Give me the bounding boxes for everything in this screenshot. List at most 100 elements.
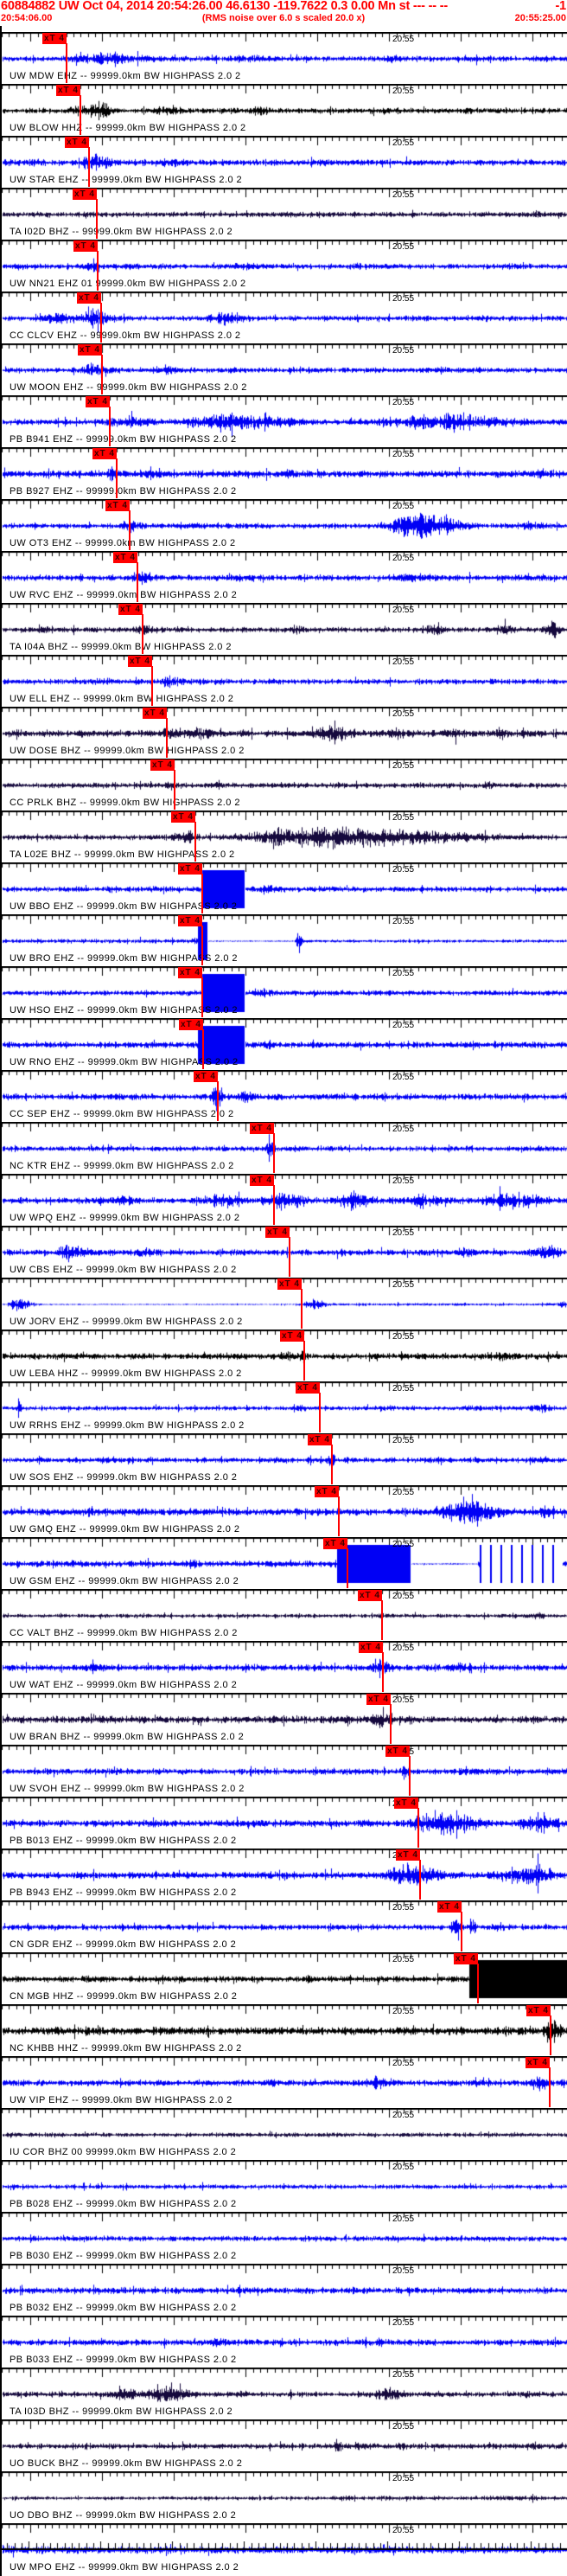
coda-pick-flag[interactable]: xT 4: [359, 1642, 383, 1653]
coda-pick-line[interactable]: [129, 510, 131, 550]
coda-pick-flag[interactable]: xT 4: [86, 396, 110, 407]
coda-pick-line[interactable]: [166, 718, 168, 758]
trace-row[interactable]: 20:55 UW LEBA HHZ -- 99999.0km BW HIGHPAS…: [2, 1330, 567, 1381]
trace-row[interactable]: 20:55 NC KHBB HHZ -- 99999.0km BW HIGHPAS…: [2, 2004, 567, 2056]
coda-pick-flag[interactable]: xT 4: [394, 1797, 418, 1809]
coda-pick-flag[interactable]: xT 4: [128, 656, 152, 667]
trace-row[interactable]: 20:55 UW MOON EHZ -- 99999.0km BW HIGHPAS…: [2, 343, 567, 395]
coda-pick-line[interactable]: [142, 614, 143, 654]
coda-pick-flag[interactable]: xT 4: [143, 708, 167, 719]
coda-pick-flag[interactable]: xT 4: [178, 967, 202, 978]
trace-row[interactable]: 20:55 PB B032 EHZ -- 99999.0km BW HIGHPAS…: [2, 2264, 567, 2316]
coda-pick-line[interactable]: [419, 1860, 421, 1900]
coda-pick-flag[interactable]: xT 4: [308, 1434, 332, 1445]
coda-pick-flag[interactable]: xT 4: [315, 1486, 339, 1497]
coda-pick-flag[interactable]: xT 4: [178, 915, 202, 926]
trace-row[interactable]: 20:55 UW GMQ EHZ -- 99999.0km BW HIGHPASS…: [2, 1485, 567, 1537]
trace-gather-plot[interactable]: 20:55 UW MDW EHZ -- 99999.0km BW HIGHPASS…: [0, 26, 567, 2576]
coda-pick-flag[interactable]: xT 4: [396, 1849, 420, 1861]
coda-pick-flag[interactable]: xT 4: [323, 1538, 347, 1549]
trace-row[interactable]: 20:55 CN GDR EHZ -- 99999.0km BW HIGHPASS…: [2, 1900, 567, 1952]
trace-row[interactable]: 20:55 UO DBO BHZ -- 99999.0km BW HIGHPASS…: [2, 2471, 567, 2523]
trace-row[interactable]: 20:55 UW STAR EHZ -- 99999.0km BW HIGHPAS…: [2, 136, 567, 188]
coda-pick-flag[interactable]: xT 4: [73, 189, 97, 200]
trace-row[interactable]: 20:55 IU COR BHZ 00 99999.0km BW HIGHPASS…: [2, 2108, 567, 2160]
coda-pick-line[interactable]: [381, 1600, 383, 1640]
coda-pick-flag[interactable]: xT 4: [280, 1330, 304, 1342]
trace-row[interactable]: 20:55 CC VALT BHZ -- 99999.0km BW HIGHPAS…: [2, 1589, 567, 1641]
coda-pick-line[interactable]: [66, 43, 67, 83]
coda-pick-flag[interactable]: xT 4: [113, 552, 137, 563]
trace-row[interactable]: 20:55PB B013 EHZ -- 99999.0km BW HIGHPAS…: [2, 1797, 567, 1849]
coda-pick-flag[interactable]: xT 4: [65, 137, 89, 148]
coda-pick-line[interactable]: [382, 1652, 384, 1692]
trace-row[interactable]: 20:55 UW VIP EHZ -- 99999.0km BW HIGHPASS…: [2, 2056, 567, 2108]
coda-pick-flag[interactable]: xT 4: [150, 759, 175, 771]
coda-pick-line[interactable]: [88, 147, 90, 187]
coda-pick-line[interactable]: [301, 1289, 303, 1329]
trace-row[interactable]: 20:55 PB B028 EHZ -- 99999.0km BW HIGHPAS…: [2, 2160, 567, 2212]
coda-pick-line[interactable]: [194, 822, 196, 862]
coda-pick-line[interactable]: [201, 926, 203, 965]
coda-pick-line[interactable]: [477, 1964, 479, 2003]
trace-row[interactable]: 20:55 UW OT3 EHZ -- 99999.0km BW HIGHPASS…: [2, 499, 567, 551]
coda-pick-flag[interactable]: xT 4: [194, 1071, 218, 1082]
trace-row[interactable]: 20:55 PB B033 EHZ -- 99999.0km BW HIGHPAS…: [2, 2316, 567, 2368]
trace-row[interactable]: 20:55 TA I02D BHZ -- 99999.0km BW HIGHPAS…: [2, 188, 567, 240]
coda-pick-flag[interactable]: xT 4: [437, 1901, 462, 1913]
coda-pick-line[interactable]: [549, 2067, 551, 2107]
coda-pick-flag[interactable]: xT 4: [250, 1123, 274, 1134]
coda-pick-line[interactable]: [101, 355, 103, 394]
coda-pick-flag[interactable]: xT 4: [92, 448, 117, 459]
coda-pick-line[interactable]: [100, 303, 102, 343]
trace-row[interactable]: 20:55 NC KTR EHZ -- 99999.0km BW HIGHPASS…: [2, 1122, 567, 1174]
coda-pick-line[interactable]: [289, 1237, 290, 1277]
trace-row[interactable]: 20:55 TA I04A BHZ -- 99999.0km BW HIGHPAS…: [2, 603, 567, 655]
trace-row[interactable]: 20:55 CC SEP EHZ -- 99999.0km BW HIGHPASS…: [2, 1070, 567, 1122]
trace-row[interactable]: 20:55 UW DOSE BHZ -- 99999.0km BW HIGHPAS…: [2, 707, 567, 759]
coda-pick-line[interactable]: [201, 874, 203, 913]
coda-pick-flag[interactable]: xT 4: [171, 811, 195, 823]
coda-pick-flag[interactable]: xT 4: [277, 1278, 302, 1290]
trace-row[interactable]: 20:55 UW JORV EHZ -- 99999.0km BW HIGHPAS…: [2, 1278, 567, 1330]
coda-pick-flag[interactable]: xT 4: [73, 240, 98, 252]
trace-row[interactable]: 20:55 UW SOS EHZ -- 99999.0km BW HIGHPASS…: [2, 1433, 567, 1485]
trace-row[interactable]: 20:55 UW WAT EHZ -- 99999.0km BW HIGHPASS…: [2, 1641, 567, 1693]
coda-pick-flag[interactable]: xT 4: [56, 85, 80, 96]
trace-row[interactable]: 20:55 UW HSO EHZ -- 99999.0km BW HIGHPASS…: [2, 966, 567, 1018]
coda-pick-line[interactable]: [151, 666, 153, 706]
coda-pick-line[interactable]: [347, 1548, 348, 1588]
coda-pick-line[interactable]: [116, 458, 118, 498]
trace-row[interactable]: 20:55 UW RRHS EHZ -- 99999.0km BW HIGHPAS…: [2, 1381, 567, 1433]
trace-row[interactable]: 20:55 PB B941 EHZ -- 99999.0km BW HIGHPAS…: [2, 395, 567, 447]
trace-row[interactable]: 20:55 UW ELL EHZ -- 99999.0km BW HIGHPASS…: [2, 655, 567, 707]
coda-pick-flag[interactable]: xT 4: [118, 604, 143, 615]
coda-pick-line[interactable]: [96, 199, 98, 239]
coda-pick-flag[interactable]: xT 4: [296, 1382, 320, 1394]
trace-row[interactable]: 20:55 UW BRAN BHZ -- 99999.0km BW HIGHPAS…: [2, 1693, 567, 1745]
trace-row[interactable]: 20:55 CN MGB HHZ -- 99999.0km BW HIGHPASS…: [2, 1952, 567, 2004]
trace-row[interactable]: 20:55 UW NN21 EHZ 01 99999.0km BW HIGHPAS…: [2, 240, 567, 292]
coda-pick-flag[interactable]: xT 4: [250, 1175, 274, 1186]
coda-pick-flag[interactable]: xT 4: [105, 500, 130, 511]
trace-row[interactable]: 20:55 UO BUCK BHZ -- 99999.0km BW HIGHPAS…: [2, 2419, 567, 2471]
coda-pick-line[interactable]: [338, 1496, 340, 1536]
coda-pick-line[interactable]: [137, 562, 138, 602]
coda-pick-flag[interactable]: xT 4: [526, 2005, 551, 2016]
coda-pick-flag[interactable]: xT 4: [366, 1694, 391, 1705]
coda-pick-flag[interactable]: xT 4: [77, 292, 101, 304]
trace-row[interactable]: 20:55 TA I03D BHZ -- 99999.0km BW HIGHPAS…: [2, 2368, 567, 2419]
trace-row[interactable]: 20:55 UW WPQ EHZ -- 99999.0km BW HIGHPASS…: [2, 1174, 567, 1226]
coda-pick-line[interactable]: [319, 1393, 321, 1432]
coda-pick-line[interactable]: [409, 1756, 411, 1796]
trace-row[interactable]: 20:55 UW BBO EHZ -- 99999.0km BW HIGHPASS…: [2, 862, 567, 914]
coda-pick-line[interactable]: [303, 1341, 305, 1381]
coda-pick-flag[interactable]: xT 4: [42, 33, 67, 44]
coda-pick-flag[interactable]: xT 4: [385, 1746, 410, 1757]
coda-pick-line[interactable]: [109, 407, 111, 446]
coda-pick-line[interactable]: [273, 1185, 275, 1225]
trace-row[interactable]: 20:55 UW BLOW HHZ -- 99999.0km BW HIGHPAS…: [2, 84, 567, 136]
coda-pick-line[interactable]: [273, 1133, 275, 1173]
trace-row[interactable]: 20:55 CC CLCV EHZ -- 99999.0km BW HIGHPAS…: [2, 292, 567, 343]
coda-pick-line[interactable]: [417, 1808, 419, 1848]
